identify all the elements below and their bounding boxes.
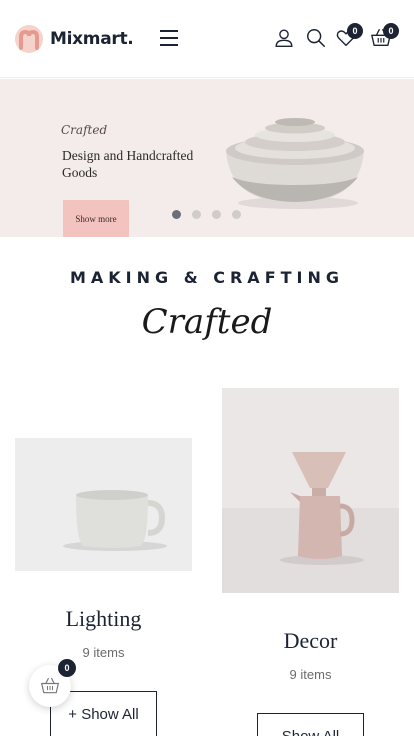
hero-title: Design and Handcrafted Goods bbox=[62, 148, 194, 180]
basket-icon bbox=[41, 677, 59, 694]
pour-over-coffee-image bbox=[222, 388, 399, 593]
brand-logo[interactable]: Mixmart. bbox=[14, 24, 134, 54]
logo-mark-icon bbox=[15, 25, 43, 53]
slider-dot[interactable] bbox=[192, 210, 201, 219]
search-button[interactable] bbox=[305, 27, 329, 51]
user-icon bbox=[275, 29, 293, 47]
account-button[interactable] bbox=[273, 27, 297, 51]
menu-line bbox=[160, 30, 178, 32]
category-decor-image[interactable] bbox=[222, 388, 399, 593]
wishlist-button[interactable]: 0 bbox=[335, 23, 363, 51]
wishlist-count-badge: 0 bbox=[347, 23, 363, 39]
cart-button[interactable]: 0 bbox=[370, 23, 399, 51]
category-show-all-button[interactable]: Show All bbox=[257, 713, 364, 736]
floating-cart-count-badge: 0 bbox=[58, 659, 76, 677]
floating-cart-button[interactable]: 0 bbox=[29, 659, 76, 707]
hero-banner: Crafted Design and Handcrafted Goods Sho… bbox=[0, 79, 414, 237]
slider-pagination bbox=[172, 210, 252, 219]
category-item-count: 9 items bbox=[82, 645, 125, 660]
hero-show-more-button[interactable]: Show more bbox=[63, 200, 129, 237]
category-title[interactable]: Decor bbox=[222, 628, 399, 654]
menu-line bbox=[160, 37, 178, 39]
menu-line bbox=[160, 44, 178, 46]
cart-count-badge: 0 bbox=[383, 23, 399, 39]
slider-dot[interactable] bbox=[172, 210, 181, 219]
category-title[interactable]: Lighting bbox=[15, 606, 192, 632]
section-heading: MAKING & CRAFTING bbox=[69, 268, 345, 287]
cup-image bbox=[15, 438, 192, 571]
hero-script-label: Crafted bbox=[61, 123, 108, 137]
category-item-count: 9 items bbox=[289, 667, 332, 682]
brand-name: Mixmart. bbox=[50, 29, 134, 49]
category-lighting-image[interactable] bbox=[15, 438, 192, 571]
hamburger-menu-button[interactable] bbox=[160, 30, 180, 48]
section-script-title: Crafted bbox=[141, 302, 273, 342]
search-icon bbox=[307, 29, 325, 47]
site-header: Mixmart. 0 0 bbox=[0, 0, 414, 78]
slider-dot[interactable] bbox=[212, 210, 221, 219]
slider-dot[interactable] bbox=[232, 210, 241, 219]
hero-bowls-image bbox=[226, 118, 364, 209]
